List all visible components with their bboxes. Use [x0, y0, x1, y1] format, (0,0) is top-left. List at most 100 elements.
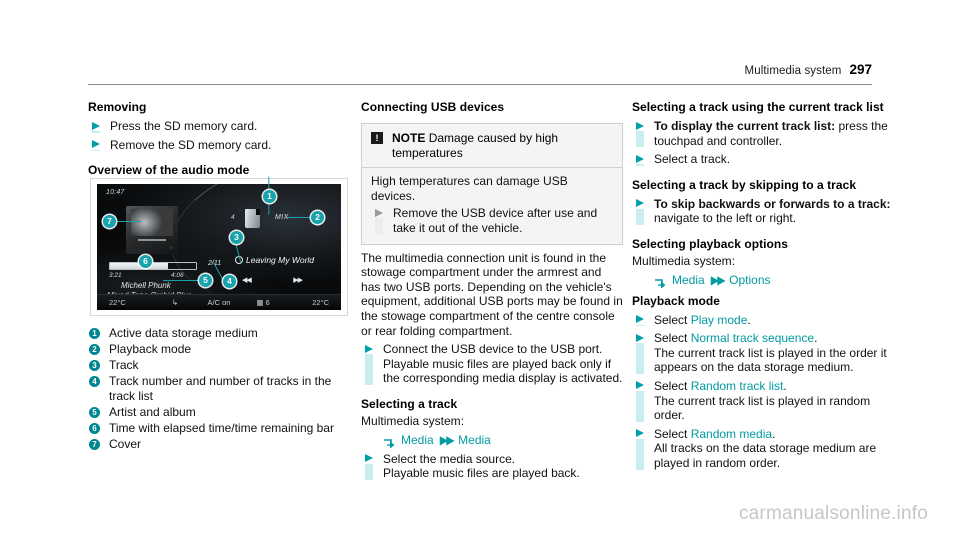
action-arrow-icon: [636, 121, 644, 130]
elapsed-time: 3:21: [109, 272, 122, 279]
step-subtext: The current track list is played in rand…: [654, 393, 871, 423]
action-bar: [636, 131, 644, 148]
step-select-media-source: Select the media source. Playable music …: [361, 452, 623, 481]
step-prefix: Select: [654, 378, 691, 393]
step-normal-track-sequence: Select Normal track sequence. The curren…: [632, 331, 894, 375]
legend-text: Track number and number of tracks in the…: [109, 374, 332, 404]
action-arrow-icon: [375, 208, 383, 217]
step-suffix: .: [783, 378, 787, 393]
menu-link[interactable]: Play mode: [691, 313, 748, 327]
mercedes-star-icon: ☉: [169, 246, 173, 250]
callout-6: 6: [139, 255, 152, 268]
action-bar: [636, 324, 644, 327]
page-number: 297: [849, 62, 872, 77]
step-skip-track: To skip backwards or forwards to a track…: [632, 197, 894, 226]
step-subtext: The current track list is played in the …: [654, 345, 887, 375]
note-title: NOTE Damage caused by high temperatures: [392, 131, 614, 160]
legend-badge: 1: [89, 327, 100, 339]
note-body: High temperatures can damage USB devices…: [362, 168, 622, 243]
menu-link[interactable]: Random track list: [691, 379, 784, 393]
step-text: Remove the USB device after use and take…: [393, 206, 598, 235]
header-title: Multimedia system: [744, 65, 842, 77]
list-item: 1 Active data storage medium: [88, 326, 345, 341]
callout-5: 5: [199, 274, 212, 287]
warning-exclamation-icon: !: [371, 132, 383, 144]
step-random-media: Select Random media. All tracks on the d…: [632, 427, 894, 471]
legend-text: Playback mode: [109, 342, 192, 357]
infotainment-screen: 10:47 ☉ 3:21 4:06 Michell Phunk Mixed Ta…: [97, 184, 341, 310]
action-arrow-icon: [365, 454, 373, 462]
step-prefix: Select: [654, 426, 691, 441]
step-suffix: .: [772, 426, 776, 441]
step-suffix: .: [747, 312, 751, 327]
list-item: 5 Artist and album: [88, 405, 345, 420]
skip-back-icon[interactable]: ◀◀: [242, 276, 252, 284]
list-item: 6 Time with elapsed time/time remaining …: [88, 421, 345, 436]
note-label: NOTE: [392, 131, 426, 145]
list-item: 2 Playback mode: [88, 342, 345, 357]
heading-overview-audio-mode: Overview of the audio mode: [88, 163, 250, 178]
column-middle: Connecting USB devices ! NOTE Damage cau…: [361, 100, 623, 481]
track-title-row: Leaving My World: [235, 255, 314, 265]
callout-3: 3: [230, 231, 243, 244]
menu-link[interactable]: Normal track sequence: [691, 331, 814, 345]
action-arrow-icon: [636, 315, 644, 324]
leader-line-2: [287, 217, 313, 219]
audio-mode-figure: 10:47 ☉ 3:21 4:06 Michell Phunk Mixed Ta…: [90, 176, 348, 316]
menu-link[interactable]: Random media: [691, 427, 772, 441]
step-prefix: Select: [654, 312, 691, 327]
artist-name: Michell Phunk: [121, 281, 171, 290]
climate-status-bar: 22°C ↳ A/C on ▦ 6 22°C: [97, 294, 341, 310]
legend-badge: 7: [89, 438, 100, 450]
action-bar: [365, 463, 373, 480]
note-box: ! NOTE Damage caused by high temperature…: [361, 123, 623, 245]
menu-path-second[interactable]: Media: [458, 433, 491, 448]
leader-line-5: [163, 280, 201, 282]
transport-controls[interactable]: ◀◀ ▶▶: [242, 276, 303, 284]
step-text-bold: To display the current track list:: [654, 119, 836, 133]
page-header: Multimedia system 297: [88, 62, 872, 77]
legend-text: Track: [109, 358, 139, 373]
step-subtext: Playable music files are played back.: [383, 466, 580, 481]
next-level-icon: ▶▶: [439, 432, 454, 447]
action-bar: [636, 208, 644, 225]
callout-2: 2: [311, 211, 324, 224]
step-play-mode: Select Play mode.: [632, 313, 894, 328]
step-press-sd-card: Press the SD memory card.: [88, 119, 345, 134]
step-text: Select the media source.: [383, 451, 516, 466]
step-text: Connect the USB device to the USB port. …: [383, 342, 623, 386]
action-bar: [636, 343, 644, 374]
enter-menu-icon: [383, 437, 396, 449]
legend-badge: 6: [89, 422, 100, 434]
menu-path-second[interactable]: Options: [729, 273, 770, 288]
action-arrow-icon: [636, 333, 644, 342]
menu-path-first[interactable]: Media: [401, 433, 434, 448]
legend-text: Cover: [109, 437, 142, 452]
heading-track-list: Selecting a track using the current trac…: [632, 100, 884, 114]
heading-selecting-a-track: Selecting a track: [361, 396, 458, 411]
seat-heater-icon: ↳: [171, 298, 179, 307]
step-text: navigate to the left or right.: [654, 211, 797, 226]
legend-badge: 3: [89, 359, 100, 371]
figure-legend: 1 Active data storage medium 2 Playback …: [88, 326, 345, 452]
legend-badge: 2: [89, 343, 100, 355]
ac-status: A/C on: [207, 298, 231, 307]
skip-forward-icon[interactable]: ▶▶: [293, 276, 303, 284]
step-prefix: Select: [654, 331, 691, 346]
action-bar: [92, 149, 100, 152]
manual-page: Multimedia system 297 Removing Press the…: [0, 0, 960, 533]
menu-path-media-options[interactable]: Media ▶▶ Options: [654, 273, 894, 289]
cover-line: [138, 239, 166, 241]
menu-path-first[interactable]: Media: [672, 273, 705, 288]
list-item: 4 Track number and number of tracks in t…: [88, 374, 345, 403]
step-select-track: Select a track.: [632, 152, 894, 167]
step-text: Remove the SD memory card.: [110, 137, 272, 152]
action-arrow-icon: [636, 199, 644, 208]
column-right: Selecting a track using the current trac…: [632, 100, 894, 471]
list-item: 3 Track: [88, 358, 345, 373]
menu-path-media-media[interactable]: Media ▶▶ Media: [383, 432, 623, 449]
note-step: Remove the USB device after use and take…: [371, 206, 614, 235]
heading-connecting-usb: Connecting USB devices: [361, 100, 505, 114]
fan-level: ▦ 6: [256, 298, 270, 307]
usb-paragraph: The multimedia connection unit is found …: [361, 250, 623, 338]
